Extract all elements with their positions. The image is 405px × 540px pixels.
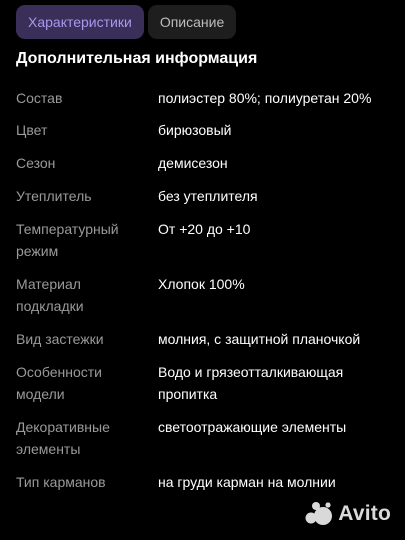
spec-label: Цвет [16,122,48,138]
spec-value: на груди карман на молнии [158,474,336,490]
tab-bar: Характеристики Описание [16,5,237,39]
spec-label: Сезон [16,155,56,171]
spec-label: Декоративные элементы [16,419,110,457]
spec-label: Состав [16,90,63,106]
spec-value: молния, с защитной планочкой [158,331,361,347]
avito-logo-icon [305,502,333,525]
section-title: Дополнительная информация [16,50,258,67]
avito-watermark: Avito [304,501,391,527]
spec-label: Материал подкладки [16,276,84,314]
spec-value: От +20 до +10 [158,221,251,237]
spec-value: демисезон [158,155,228,171]
tab-characteristics[interactable]: Характеристики [16,5,144,39]
spec-label: Вид застежки [16,331,104,347]
spec-label: Тип карманов [16,474,106,490]
spec-value: бирюзовый [158,122,232,138]
spec-value: Хлопок 100% [158,276,245,292]
spec-value: Водо и грязеотталкивающая пропитка [158,364,344,402]
avito-watermark-text: Avito [338,502,391,525]
spec-label: Особенности модели [16,364,102,402]
spec-value: светоотражающие элементы [158,419,347,435]
spec-value: полиэстер 80%; полиуретан 20% [158,90,372,106]
spec-label: Температурный режим [16,221,119,259]
tab-description[interactable]: Описание [147,5,237,39]
spec-value: без утеплителя [158,188,258,204]
spec-label: Утеплитель [16,188,92,204]
